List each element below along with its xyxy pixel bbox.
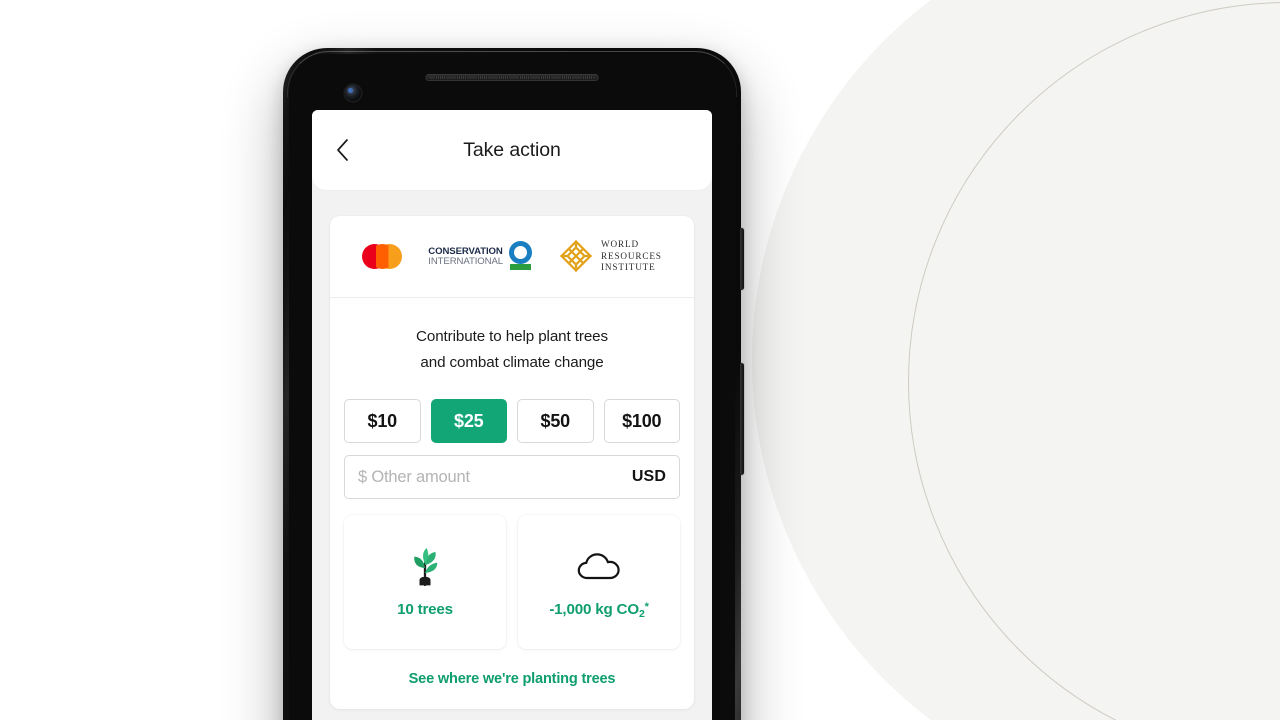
other-amount-row[interactable]: USD <box>344 455 680 500</box>
currency-label: USD <box>631 468 666 486</box>
mastercard-logo <box>362 244 403 269</box>
impact-co2-subscript: 2 <box>638 607 645 620</box>
amount-button-10[interactable]: $10 <box>344 399 421 444</box>
impact-label-co2: -1,000 kg CO2* <box>549 600 649 620</box>
ci-ring-icon <box>508 240 533 273</box>
back-button[interactable] <box>324 132 360 168</box>
seedling-icon <box>406 547 444 587</box>
volume-button[interactable] <box>740 363 744 475</box>
impact-tile-co2: -1,000 kg CO2* <box>518 515 680 650</box>
wri-logo-line3: INSTITUTE <box>601 262 656 273</box>
chevron-left-icon <box>335 138 349 162</box>
ci-logo-line2: INTERNATIONAL <box>428 255 503 267</box>
page-title: Take action <box>463 138 561 161</box>
phone-mockup: Take action CONSERVATION INTERNATIONAL W… <box>283 48 744 720</box>
power-button[interactable] <box>740 228 744 290</box>
impact-tiles: 10 trees -1,000 kg CO2* <box>344 515 680 650</box>
earpiece-speaker-icon <box>425 74 599 81</box>
cloud-icon <box>576 547 622 587</box>
amount-button-100[interactable]: $100 <box>603 399 680 444</box>
page-root: Take action CONSERVATION INTERNATIONAL W… <box>0 0 1280 720</box>
see-where-planting-link[interactable]: See where we're planting trees <box>330 671 694 687</box>
headline-line2: and combat climate change <box>420 353 604 371</box>
conservation-international-logo: CONSERVATION INTERNATIONAL <box>428 240 533 273</box>
impact-label-trees: 10 trees <box>397 601 453 618</box>
impact-co2-text: -1,000 kg CO <box>549 600 639 618</box>
amount-options: $10 $25 $50 $100 <box>344 399 680 444</box>
front-camera-icon <box>345 85 361 101</box>
contribution-card: CONSERVATION INTERNATIONAL WORLD RESOURC… <box>330 216 694 710</box>
headline: Contribute to help plant trees and comba… <box>354 324 670 375</box>
wri-logo-line1: WORLD <box>601 238 639 249</box>
other-amount-input[interactable] <box>358 467 632 487</box>
wri-lattice-icon <box>559 240 593 273</box>
wri-logo-line2: RESOURCES <box>601 250 662 261</box>
app-header: Take action <box>312 110 712 190</box>
impact-co2-asterisk: * <box>644 600 649 613</box>
partner-logo-strip: CONSERVATION INTERNATIONAL WORLD RESOURC… <box>330 216 694 298</box>
scroll-area: CONSERVATION INTERNATIONAL WORLD RESOURC… <box>312 190 712 710</box>
impact-tile-trees: 10 trees <box>344 515 506 650</box>
amount-button-25[interactable]: $25 <box>430 399 507 444</box>
world-resources-institute-logo: WORLD RESOURCES INSTITUTE <box>559 239 662 275</box>
impact-trees-text: 10 trees <box>397 600 453 618</box>
headline-line1: Contribute to help plant trees <box>415 328 609 345</box>
phone-screen: Take action CONSERVATION INTERNATIONAL W… <box>312 110 712 720</box>
amount-button-50[interactable]: $50 <box>517 399 594 444</box>
